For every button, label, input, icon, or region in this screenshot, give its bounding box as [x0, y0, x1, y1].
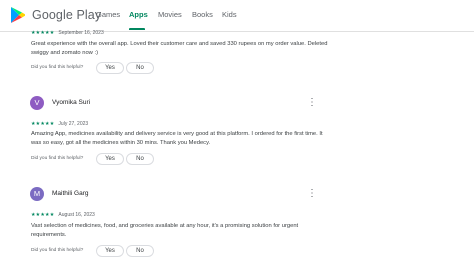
avatar: V: [30, 96, 44, 110]
more-options-icon[interactable]: ⋮: [307, 189, 317, 199]
nav-tab-kids[interactable]: Kids: [222, 10, 237, 19]
google-play-logo-icon[interactable]: [10, 6, 26, 24]
active-tab-indicator: [129, 28, 145, 30]
brand-name[interactable]: Google Play: [32, 8, 101, 22]
review-date: August 16, 2023: [58, 212, 95, 218]
review-date: July 27, 2023: [58, 121, 89, 127]
rating-row: ★★★★★ August 16, 2023: [31, 212, 95, 218]
helpful-no-button[interactable]: No: [126, 153, 154, 165]
reviewer-name: Maithili Garg: [52, 190, 89, 197]
top-app-bar: Google Play Games Apps Movies Books Kids: [0, 0, 474, 32]
helpful-no-button[interactable]: No: [126, 62, 154, 74]
nav-tab-movies[interactable]: Movies: [158, 10, 182, 19]
more-options-icon[interactable]: ⋮: [307, 98, 317, 108]
helpful-yes-button[interactable]: Yes: [96, 62, 124, 74]
star-rating: ★★★★★: [31, 212, 55, 218]
nav-tab-books[interactable]: Books: [192, 10, 213, 19]
review-text: Amazing App, medicines availability and …: [31, 131, 323, 146]
review-text: Great experience with the overall app. L…: [31, 41, 328, 56]
helpful-prompt: Did you find this helpful?: [31, 156, 84, 161]
avatar: M: [30, 187, 44, 201]
nav-tab-games[interactable]: Games: [96, 10, 120, 19]
rating-row: ★★★★★ July 27, 2023: [31, 121, 88, 127]
helpful-yes-button[interactable]: Yes: [96, 153, 124, 165]
helpful-prompt: Did you find this helpful?: [31, 248, 84, 253]
star-rating: ★★★★★: [31, 30, 55, 36]
helpful-no-button[interactable]: No: [126, 245, 154, 257]
review-text: Vast selection of medicines, food, and g…: [31, 223, 299, 238]
rating-row: ★★★★★ September 16, 2023: [31, 30, 104, 36]
review-date: September 16, 2023: [58, 30, 104, 36]
reviewer-name: Vyomika Suri: [52, 99, 91, 106]
helpful-yes-button[interactable]: Yes: [96, 245, 124, 257]
star-rating: ★★★★★: [31, 121, 55, 127]
nav-tab-apps[interactable]: Apps: [129, 10, 148, 19]
helpful-prompt: Did you find this helpful?: [31, 65, 84, 70]
